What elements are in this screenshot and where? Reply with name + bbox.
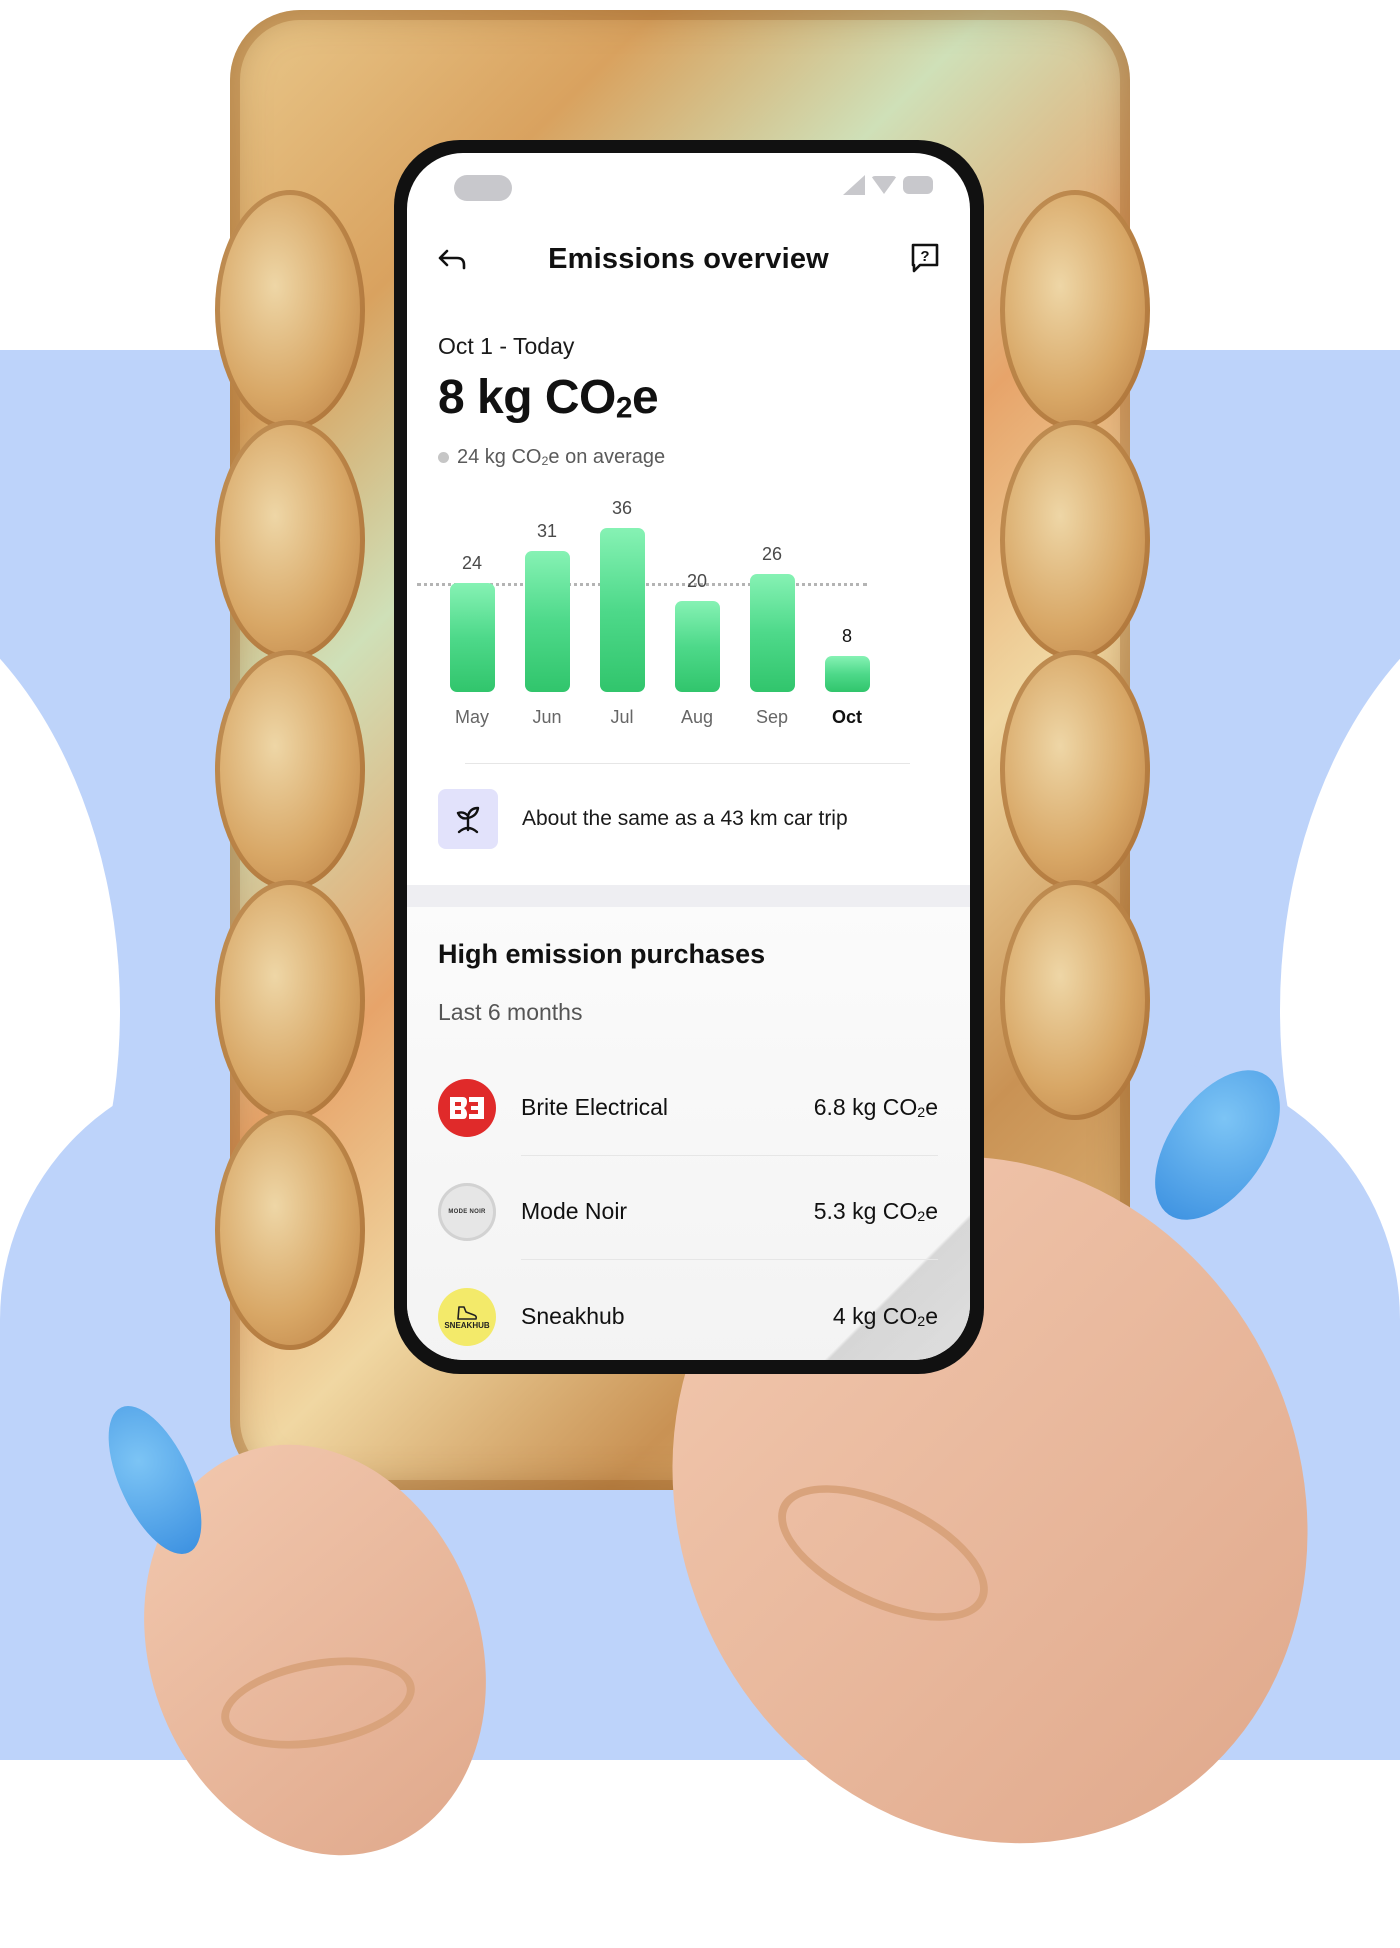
brite-logo-icon bbox=[450, 1097, 484, 1119]
case-scallop bbox=[215, 650, 365, 890]
section-separator bbox=[407, 885, 970, 907]
merchant-logo-mode-noir: MODE NOIR bbox=[438, 1183, 496, 1241]
purchase-row[interactable]: Brite Electrical 6.8 kg CO2e bbox=[438, 1074, 938, 1156]
date-range: Oct 1 - Today bbox=[438, 333, 575, 359]
bar-jul[interactable] bbox=[600, 528, 645, 692]
purchase-row[interactable]: MODE NOIR Mode Noir 5.3 kg CO2e bbox=[438, 1178, 938, 1260]
bar-may[interactable] bbox=[450, 582, 495, 692]
month-label: Jun bbox=[532, 707, 562, 727]
bar-sep[interactable] bbox=[750, 573, 795, 692]
case-scallop bbox=[215, 420, 365, 660]
average-legend-dot bbox=[438, 452, 449, 463]
row-divider bbox=[521, 1155, 938, 1156]
bar-value-label: 8 bbox=[841, 625, 852, 646]
sprout-icon bbox=[456, 806, 480, 834]
month-label: Oct bbox=[831, 707, 862, 727]
bar-value-label: 20 bbox=[686, 570, 708, 591]
row-divider bbox=[521, 1259, 938, 1260]
merchant-name: Mode Noir bbox=[521, 1198, 628, 1224]
case-scallop bbox=[215, 880, 365, 1120]
purchases-subtitle: Last 6 months bbox=[438, 999, 583, 1025]
case-scallop bbox=[1000, 420, 1150, 660]
status-bar bbox=[843, 175, 933, 195]
help-icon: ? bbox=[911, 243, 939, 273]
sneaker-icon bbox=[457, 1305, 478, 1320]
bar-value-label: 24 bbox=[461, 552, 483, 573]
merchant-logo-sneakhub: SNEAKHUB bbox=[438, 1288, 496, 1346]
case-scallop bbox=[215, 190, 365, 430]
merchant-logo-brite-electrical bbox=[438, 1079, 496, 1137]
merchant-name: Sneakhub bbox=[521, 1303, 625, 1329]
help-button[interactable]: ? bbox=[908, 241, 942, 275]
month-label: Sep bbox=[755, 707, 789, 727]
bar-aug[interactable] bbox=[675, 600, 720, 692]
app-header: Emissions overview ? bbox=[407, 231, 970, 289]
case-scallop bbox=[1000, 190, 1150, 430]
phone-screen: Emissions overview ? Oct 1 - Today 8 kg … bbox=[407, 153, 970, 1360]
purchase-row[interactable]: SNEAKHUB Sneakhub 4 kg CO2e bbox=[438, 1283, 938, 1353]
page-title: Emissions overview bbox=[548, 243, 829, 275]
case-scallop bbox=[1000, 650, 1150, 890]
camera-cutout bbox=[454, 175, 512, 201]
bar-value-label: 36 bbox=[611, 498, 633, 518]
bar-jun[interactable] bbox=[525, 550, 570, 692]
wifi-icon bbox=[871, 176, 897, 194]
signal-icon bbox=[843, 175, 865, 195]
equivalence-fact: About the same as a 43 km car trip bbox=[438, 789, 848, 849]
month-label: Aug bbox=[680, 707, 714, 727]
section-divider bbox=[465, 763, 910, 764]
bar-oct[interactable] bbox=[825, 655, 870, 692]
fact-icon-tile bbox=[438, 789, 498, 849]
total-emissions: 8 kg CO2e bbox=[438, 371, 659, 425]
svg-text:?: ? bbox=[920, 248, 929, 265]
merchant-emissions: 5.3 kg CO2e bbox=[813, 1198, 938, 1226]
merchant-name: Brite Electrical bbox=[521, 1094, 668, 1120]
merchant-emissions: 6.8 kg CO2e bbox=[813, 1094, 938, 1122]
fact-text: About the same as a 43 km car trip bbox=[522, 807, 848, 830]
merchant-emissions: 4 kg CO2e bbox=[832, 1303, 938, 1331]
bar-value-label: 26 bbox=[761, 543, 783, 564]
case-scallop bbox=[215, 1110, 365, 1350]
month-label: May bbox=[454, 707, 489, 727]
bar-value-label: 31 bbox=[536, 520, 558, 541]
case-scallop bbox=[1000, 880, 1150, 1120]
purchases-title: High emission purchases bbox=[438, 939, 766, 969]
month-label: Jul bbox=[610, 707, 634, 727]
average-emissions: 24 kg CO2e on average bbox=[438, 446, 665, 469]
battery-icon bbox=[903, 176, 933, 194]
